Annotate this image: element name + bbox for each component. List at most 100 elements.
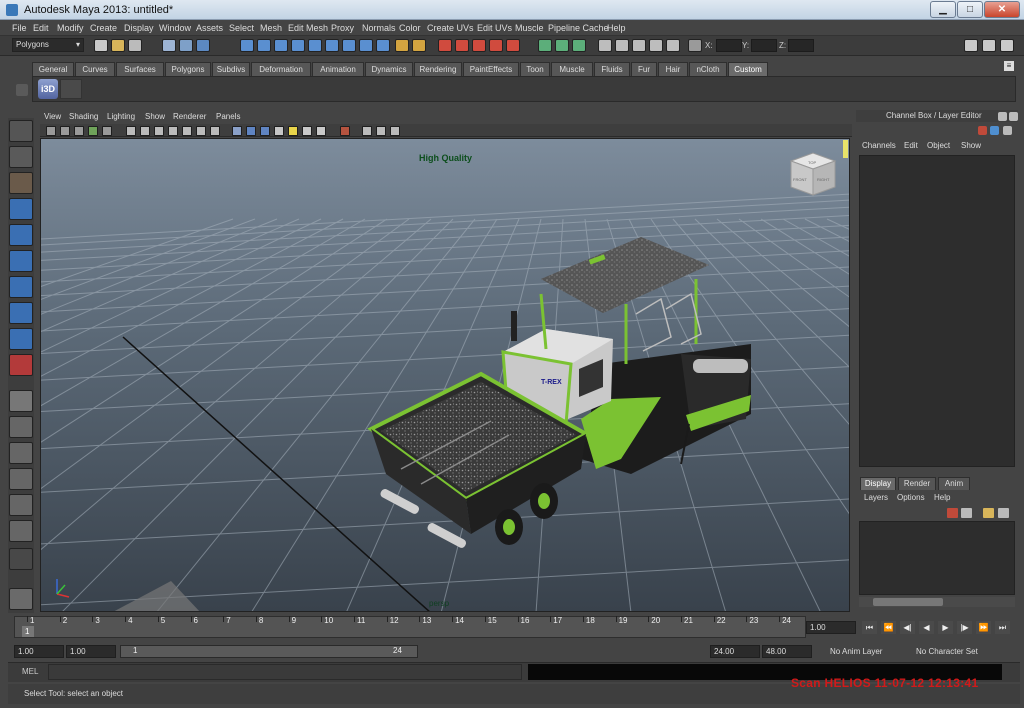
render-view-icon[interactable] bbox=[598, 39, 612, 52]
playback-end-field[interactable]: 24.00 bbox=[710, 645, 760, 658]
range-slider-bar[interactable]: 1 24 bbox=[120, 645, 418, 658]
grid-toggle-icon[interactable] bbox=[126, 126, 136, 136]
scale-tool-icon[interactable] bbox=[9, 250, 33, 272]
shelf-button-empty[interactable] bbox=[60, 79, 82, 99]
highlight-selection-icon[interactable] bbox=[412, 39, 426, 52]
step-back-frame-button[interactable]: ◀| bbox=[900, 621, 915, 634]
snap-to-view-plane-icon[interactable] bbox=[489, 39, 503, 52]
step-back-key-button[interactable]: ⏪ bbox=[881, 621, 896, 634]
x-field[interactable] bbox=[716, 39, 742, 52]
resolution-gate-icon[interactable] bbox=[154, 126, 164, 136]
textured-icon[interactable] bbox=[274, 126, 284, 136]
render-settings-icon[interactable] bbox=[649, 39, 663, 52]
soft-modification-tool-icon[interactable] bbox=[9, 302, 33, 324]
snap-to-curve-icon[interactable] bbox=[455, 39, 469, 52]
safe-title-icon[interactable] bbox=[210, 126, 220, 136]
wireframe-on-shaded-icon[interactable] bbox=[260, 126, 270, 136]
menu-edit[interactable]: Edit bbox=[33, 23, 49, 33]
shelf-tab-animation[interactable]: Animation bbox=[312, 62, 364, 76]
shelf-tab-toon[interactable]: Toon bbox=[520, 62, 550, 76]
menu-proxy[interactable]: Proxy bbox=[331, 23, 354, 33]
z-field[interactable] bbox=[788, 39, 814, 52]
shelf-tab-fur[interactable]: Fur bbox=[631, 62, 657, 76]
four-view-layout-icon[interactable] bbox=[9, 416, 33, 438]
select-by-joint-icon[interactable] bbox=[257, 39, 271, 52]
lasso-tool-icon[interactable] bbox=[9, 146, 33, 168]
panel-menu-view[interactable]: View bbox=[44, 112, 61, 121]
menu-help[interactable]: Help bbox=[607, 23, 626, 33]
menu-create[interactable]: Create bbox=[90, 23, 117, 33]
y-field[interactable] bbox=[751, 39, 777, 52]
save-scene-icon[interactable] bbox=[128, 39, 142, 52]
panel-menu-show[interactable]: Show bbox=[145, 112, 165, 121]
show-attribute-editor-icon[interactable] bbox=[982, 39, 996, 52]
channel-box-icon[interactable] bbox=[978, 126, 987, 135]
single-perspective-layout-icon[interactable] bbox=[9, 390, 33, 412]
anim-layer-selector[interactable]: No Anim Layer bbox=[830, 647, 882, 656]
viewport-scroll-indicator[interactable] bbox=[843, 140, 848, 158]
recent-commands-icon[interactable] bbox=[9, 588, 33, 610]
menu-pipeline-cache[interactable]: Pipeline Cache bbox=[548, 23, 609, 33]
end-time-field[interactable]: 48.00 bbox=[762, 645, 812, 658]
menu-display[interactable]: Display bbox=[124, 23, 154, 33]
view-cube[interactable]: TOP FRONT RIGHT bbox=[789, 152, 837, 196]
menu-edit-mesh[interactable]: Edit Mesh bbox=[288, 23, 328, 33]
go-to-start-button[interactable]: ⏮ bbox=[862, 621, 877, 634]
isolate-select-icon[interactable] bbox=[340, 126, 350, 136]
new-empty-layer-icon[interactable] bbox=[983, 508, 994, 518]
scrollbar-thumb[interactable] bbox=[873, 598, 943, 606]
shelf-tab-deformation[interactable]: Deformation bbox=[251, 62, 311, 76]
start-time-field[interactable]: 1.00 bbox=[14, 645, 64, 658]
select-tool-icon[interactable] bbox=[9, 120, 33, 142]
universal-manipulator-icon[interactable] bbox=[9, 276, 33, 298]
gate-mask-icon[interactable] bbox=[168, 126, 178, 136]
input-ops-icon[interactable] bbox=[538, 39, 552, 52]
smooth-shade-icon[interactable] bbox=[246, 126, 256, 136]
bookmarks-icon[interactable] bbox=[74, 126, 84, 136]
persp-graph-layout-icon[interactable] bbox=[9, 468, 33, 490]
layer-list-scrollbar[interactable] bbox=[859, 597, 1015, 607]
image-plane-icon[interactable] bbox=[88, 126, 98, 136]
ipr-render-icon[interactable] bbox=[632, 39, 646, 52]
select-by-curve-icon[interactable] bbox=[274, 39, 288, 52]
shadows-icon[interactable] bbox=[302, 126, 312, 136]
film-gate-icon[interactable] bbox=[140, 126, 150, 136]
panel-menu-lighting[interactable]: Lighting bbox=[107, 112, 135, 121]
shelf-options-icon[interactable] bbox=[16, 84, 28, 96]
show-manipulator-tool-icon[interactable] bbox=[9, 328, 33, 350]
float-panel-icon[interactable] bbox=[998, 112, 1007, 121]
select-component-icon[interactable] bbox=[196, 39, 210, 52]
step-forward-frame-button[interactable]: |▶ bbox=[957, 621, 972, 634]
shelf-tab-muscle[interactable]: Muscle bbox=[551, 62, 593, 76]
menu-normals[interactable]: Normals bbox=[362, 23, 396, 33]
select-by-misc-icon[interactable] bbox=[359, 39, 373, 52]
persp-outliner-layout-icon[interactable] bbox=[9, 442, 33, 464]
shelf-tab-polygons[interactable]: Polygons bbox=[165, 62, 211, 76]
channel-menu-object[interactable]: Object bbox=[927, 141, 950, 150]
i3d-shelf-button[interactable]: i3D bbox=[38, 79, 58, 99]
menu-select[interactable]: Select bbox=[229, 23, 254, 33]
step-forward-key-button[interactable]: ⏩ bbox=[976, 621, 991, 634]
mel-command-input[interactable] bbox=[48, 664, 522, 680]
transform-mode-icon[interactable] bbox=[688, 39, 702, 52]
layer-editor-icon[interactable] bbox=[1003, 126, 1012, 135]
minimize-button[interactable]: ▁ bbox=[930, 1, 956, 18]
shelf-tab-hair[interactable]: Hair bbox=[658, 62, 688, 76]
character-set-selector[interactable]: No Character Set bbox=[916, 647, 978, 656]
select-hierarchy-icon[interactable] bbox=[162, 39, 176, 52]
move-tool-icon[interactable] bbox=[9, 198, 33, 220]
lock-selection-icon[interactable] bbox=[395, 39, 409, 52]
construction-history-icon[interactable] bbox=[572, 39, 586, 52]
select-by-handle-icon[interactable] bbox=[240, 39, 254, 52]
play-forwards-button[interactable]: ▶ bbox=[938, 621, 953, 634]
perspective-viewport[interactable]: T-REX TOP FRONT RIGHT High Quality persp bbox=[40, 138, 850, 612]
shelf-tab-general[interactable]: General bbox=[32, 62, 74, 76]
safe-action-icon[interactable] bbox=[196, 126, 206, 136]
menu-create-uvs[interactable]: Create UVs bbox=[427, 23, 474, 33]
two-d-pan-zoom-icon[interactable] bbox=[102, 126, 112, 136]
shelf-tab-custom[interactable]: Custom bbox=[728, 62, 768, 76]
layer-list[interactable] bbox=[859, 521, 1015, 595]
move-layer-down-icon[interactable] bbox=[961, 508, 972, 518]
channel-box-list[interactable] bbox=[859, 155, 1015, 467]
xray-joints-icon[interactable] bbox=[390, 126, 400, 136]
